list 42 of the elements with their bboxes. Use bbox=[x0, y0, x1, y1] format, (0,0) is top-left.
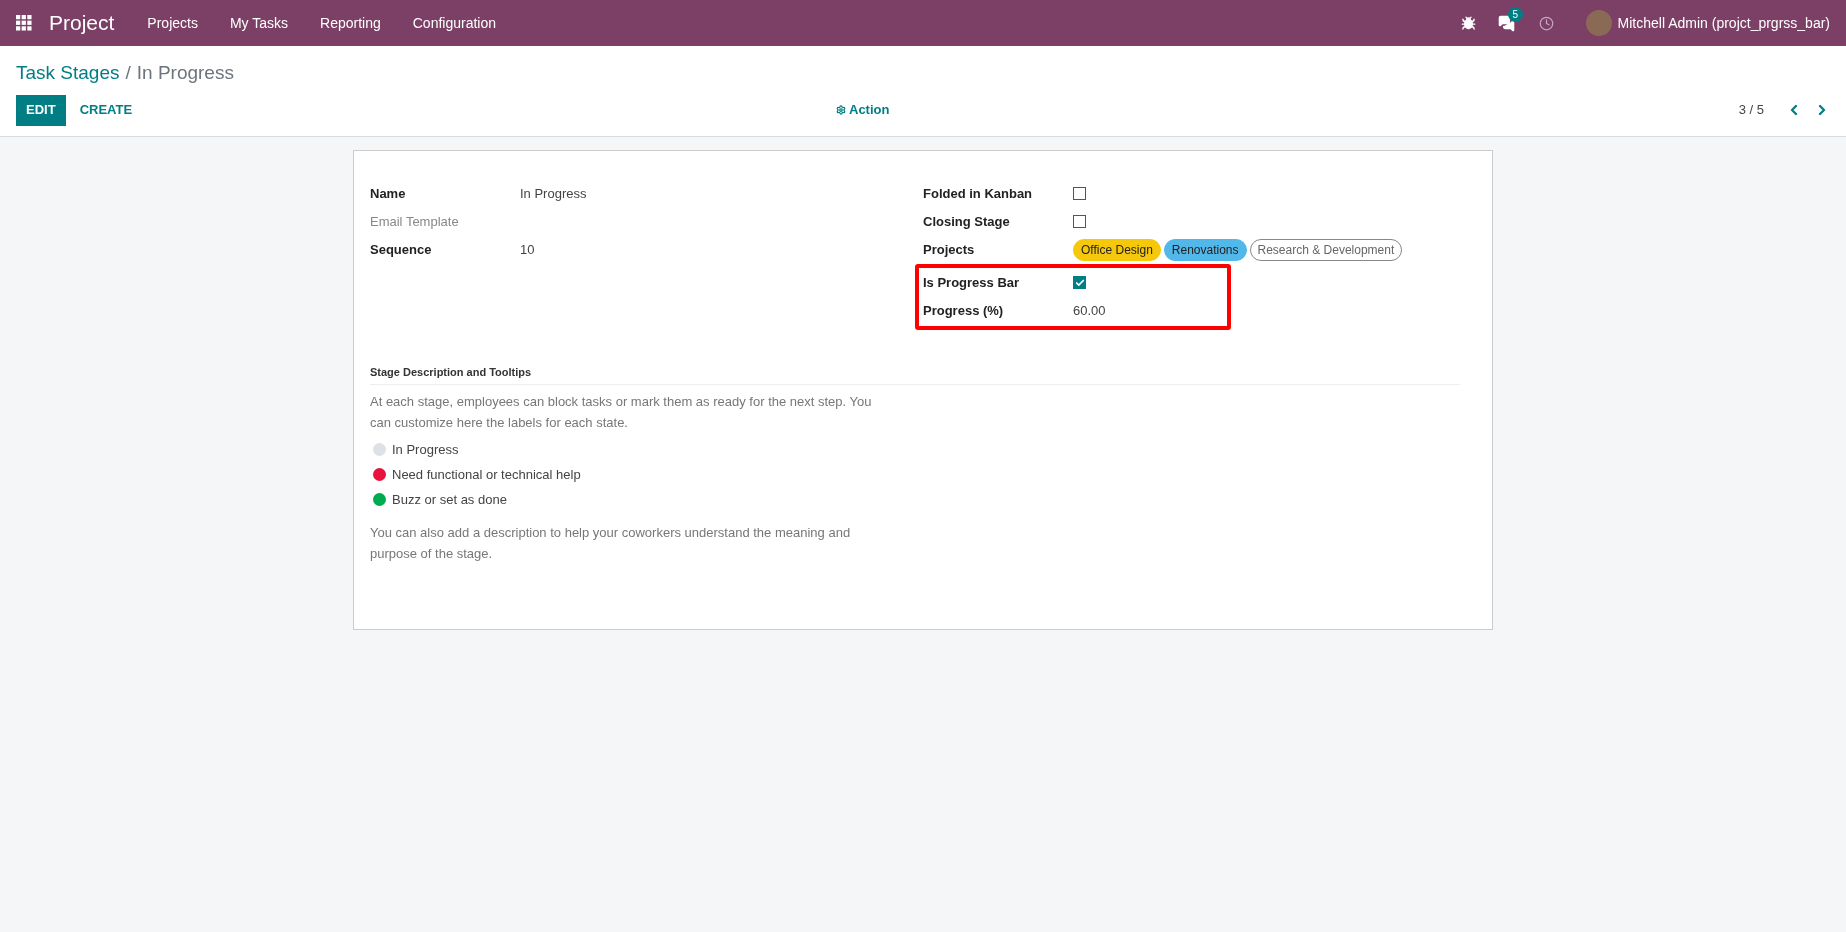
bug-icon[interactable] bbox=[1460, 15, 1476, 31]
stage-description: At each stage, employees can block tasks or mark them as ready for the next step. You can customize here the labels for each state. bbox=[370, 393, 873, 432]
field-value: In Progress bbox=[520, 184, 587, 203]
breadcrumb-separator: / bbox=[125, 61, 131, 85]
field-label: Email Template bbox=[370, 212, 460, 231]
menu-item[interactable]: Reporting bbox=[304, 12, 397, 34]
project-tag: Office Design bbox=[1073, 238, 1161, 261]
section-title: Stage Description and Tooltips bbox=[370, 363, 1460, 385]
field-label: Sequence bbox=[370, 240, 433, 259]
app-title[interactable]: Project bbox=[49, 7, 115, 39]
gear-icon bbox=[836, 105, 846, 115]
checkbox[interactable] bbox=[1073, 215, 1086, 228]
field-value: 60.00 bbox=[1073, 301, 1106, 320]
state-label: Need functional or technical help bbox=[392, 465, 581, 484]
state-label: Buzz or set as done bbox=[392, 490, 507, 509]
field-label: Progress (%) bbox=[923, 301, 1005, 320]
checkbox[interactable] bbox=[1073, 276, 1086, 289]
checkbox[interactable] bbox=[1073, 187, 1086, 200]
edit-button[interactable]: EDIT bbox=[16, 94, 66, 126]
menu-item[interactable]: My Tasks bbox=[213, 12, 305, 34]
project-tag: Renovations bbox=[1163, 238, 1247, 261]
clock-icon[interactable] bbox=[1538, 15, 1554, 31]
field-label: Folded in Kanban bbox=[923, 184, 1034, 203]
field-value: 10 bbox=[520, 240, 535, 259]
message-count-badge: 5 bbox=[1507, 6, 1524, 22]
breadcrumb-current: In Progress bbox=[136, 61, 234, 85]
chat-icon[interactable] bbox=[1497, 14, 1515, 32]
apps-grid-icon[interactable] bbox=[16, 15, 32, 31]
user-name[interactable]: Mitchell Admin (projct_prgrss_bar) bbox=[1617, 12, 1830, 34]
project-tag: Research & Development bbox=[1249, 238, 1403, 261]
breadcrumb-link[interactable]: Task Stages bbox=[16, 59, 120, 88]
field-label: Name bbox=[370, 184, 407, 203]
stage-description-note: You can also add a description to help your coworkers understand the meaning and purpose of the stage. bbox=[370, 524, 852, 563]
field-label: Projects bbox=[923, 240, 976, 259]
menu-item[interactable]: Projects bbox=[131, 12, 214, 34]
field-label: Is Progress Bar bbox=[923, 273, 1021, 292]
menu-item[interactable]: Configuration bbox=[396, 12, 512, 34]
create-button[interactable]: CREATE bbox=[67, 94, 145, 126]
action-button[interactable]: Action bbox=[836, 100, 890, 120]
pager-value: 3 / 5 bbox=[1738, 101, 1764, 120]
field-label: Closing Stage bbox=[923, 212, 1011, 231]
state-label: In Progress bbox=[392, 440, 459, 459]
